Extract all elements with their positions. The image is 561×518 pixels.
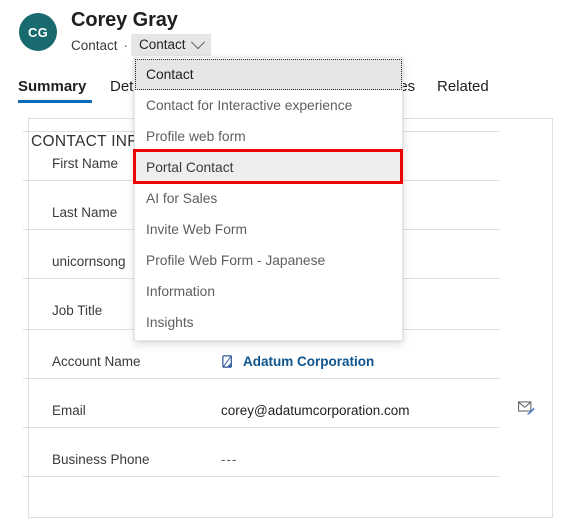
field-label-job-title: Job Title [52, 303, 103, 318]
row-action-compose-email-icon[interactable] [518, 401, 535, 420]
form-selector-label: Contact [139, 37, 186, 52]
field-separator [23, 427, 500, 428]
dropdown-item-profile-web-form-japanese[interactable]: Profile Web Form - Japanese [135, 245, 402, 276]
dropdown-item-insights[interactable]: Insights [135, 307, 402, 338]
chevron-down-icon [190, 34, 205, 49]
avatar: CG [19, 13, 57, 51]
field-label-first-name: First Name [52, 156, 119, 171]
dropdown-item-contact[interactable]: Contact [135, 59, 402, 90]
field-label-unicornsong: unicornsong [52, 254, 126, 269]
field-separator [23, 476, 500, 477]
dropdown-item-portal-contact[interactable]: Portal Contact [135, 152, 402, 183]
field-value-business-phone: --- [221, 452, 238, 467]
field-label-email: Email [52, 403, 86, 418]
dropdown-item-invite-web-form[interactable]: Invite Web Form [135, 214, 402, 245]
page-title: Corey Gray [71, 9, 178, 31]
dropdown-item-ai-for-sales[interactable]: AI for Sales [135, 183, 402, 214]
dropdown-item-information[interactable]: Information [135, 276, 402, 307]
tab-det[interactable]: Det [110, 78, 133, 95]
entity-type-label: Contact [71, 37, 118, 53]
dropdown-item-contact-for-interactive-experience[interactable]: Contact for Interactive experience [135, 90, 402, 121]
field-label-last-name: Last Name [52, 205, 118, 220]
account-entity-icon [221, 354, 236, 369]
dropdown-item-profile-web-form[interactable]: Profile web form [135, 121, 402, 152]
field-separator [23, 378, 500, 379]
field-value-email: corey@adatumcorporation.com [221, 403, 410, 418]
field-label-account-name: Account Name [52, 354, 141, 369]
field-label-business-phone: Business Phone [52, 452, 150, 467]
tab-related[interactable]: Related [437, 78, 489, 95]
compose-email-icon[interactable] [518, 401, 535, 415]
form-selector-dropdown[interactable]: Contact Contact for Interactive experienc… [134, 57, 403, 341]
field-value-account-name[interactable]: Adatum Corporation [221, 354, 374, 369]
tab-summary[interactable]: Summary [18, 78, 86, 95]
active-tab-underline [18, 100, 92, 103]
subtitle-separator: · [123, 37, 129, 53]
form-selector-button[interactable]: Contact [131, 34, 211, 56]
record-subtitle: Contact · Contact [71, 34, 211, 56]
card-left-border [28, 118, 29, 509]
field-value-text: Adatum Corporation [243, 354, 375, 369]
